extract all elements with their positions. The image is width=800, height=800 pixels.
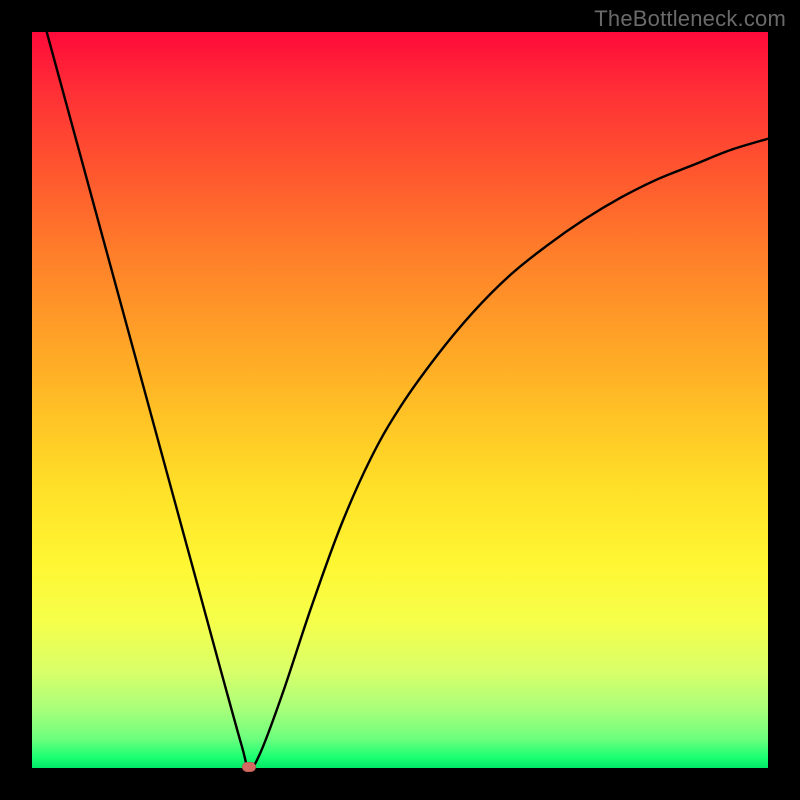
- bottleneck-curve: [32, 32, 768, 768]
- optimum-marker: [242, 762, 256, 772]
- plot-area: [32, 32, 768, 768]
- outer-frame: TheBottleneck.com: [0, 0, 800, 800]
- watermark-text: TheBottleneck.com: [594, 6, 786, 32]
